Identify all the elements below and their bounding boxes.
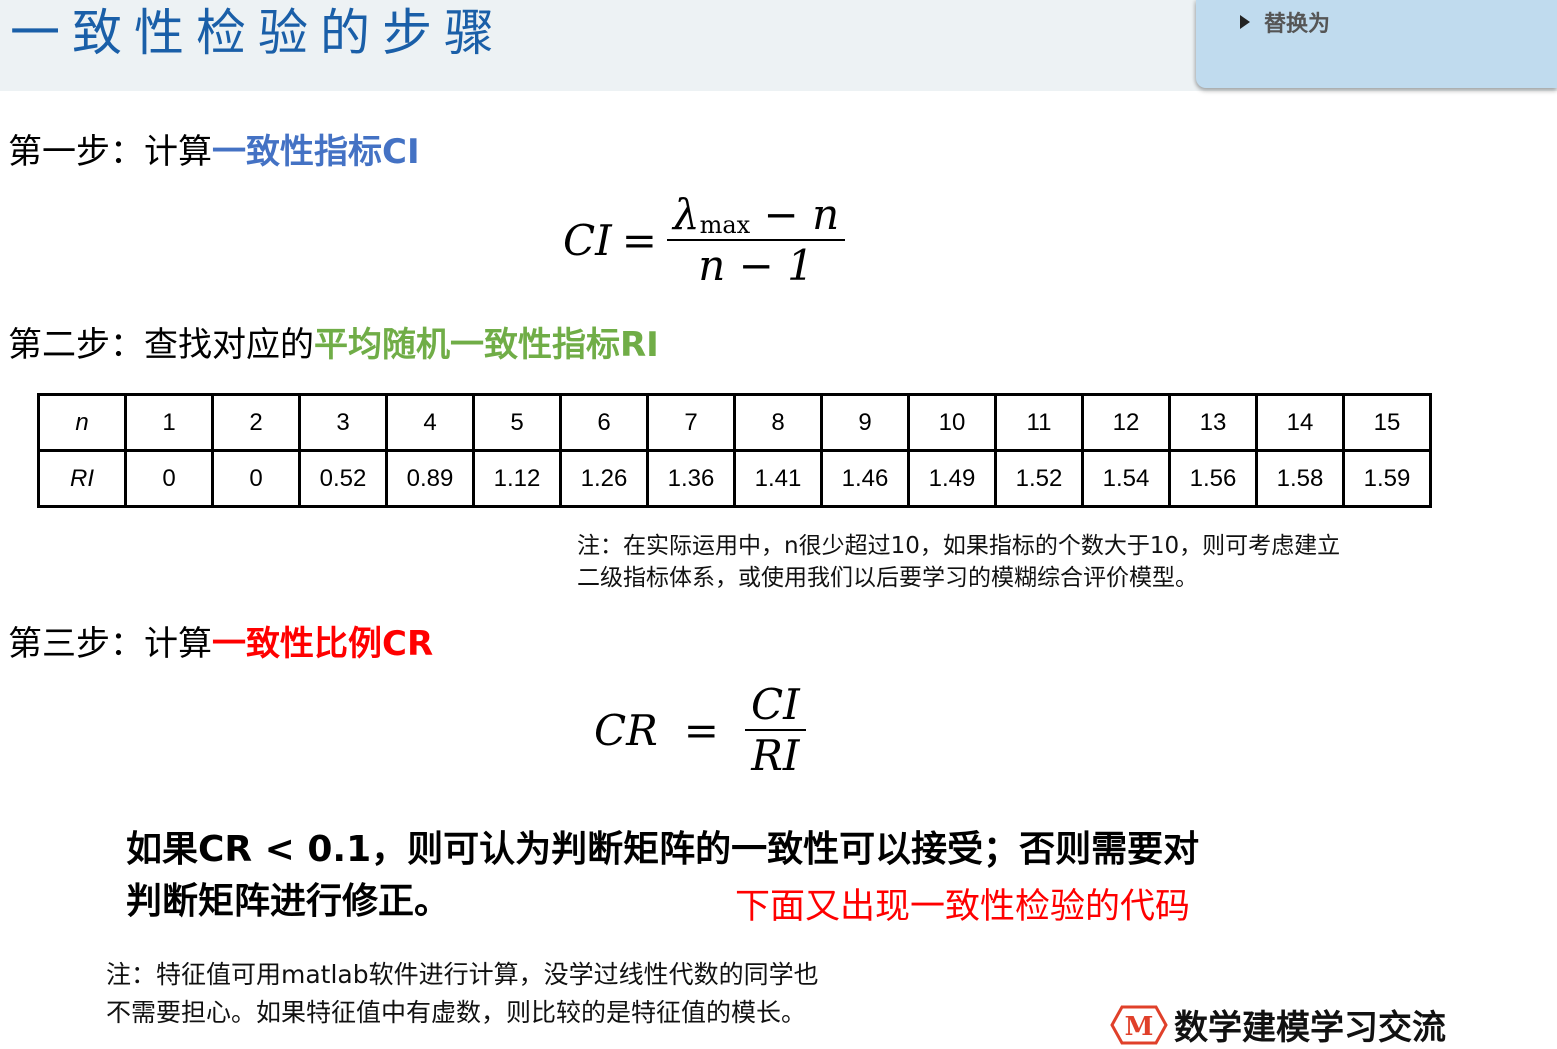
step2-prefix: 第二步：查找对应的 bbox=[8, 325, 314, 365]
page-title: 一致性检验的步骤 bbox=[10, 4, 506, 62]
ri-cell: 1.41 bbox=[733, 449, 823, 508]
table-row-n: n 1 2 3 4 5 6 7 8 9 10 11 12 13 14 15 bbox=[37, 393, 1432, 452]
n-cell: 9 bbox=[820, 393, 910, 452]
n-cell: 1 bbox=[124, 393, 214, 452]
replace-panel: 替换为 bbox=[1196, 0, 1557, 88]
replace-with-label: 替换为 bbox=[1264, 12, 1331, 37]
formula-cr-numerator: CI bbox=[750, 680, 800, 729]
numerator-rest: − n bbox=[750, 190, 840, 239]
n-cell: 3 bbox=[298, 393, 388, 452]
ri-cell: 1.59 bbox=[1342, 449, 1432, 508]
formula-cr-eq: = bbox=[683, 705, 719, 755]
note-eigenvalue: 注：特征值可用matlab软件进行计算，没学过线性代数的同学也 不需要担心。如果… bbox=[106, 956, 819, 1032]
n-cell: 13 bbox=[1168, 393, 1258, 452]
formula-ci-numerator: λmax − n bbox=[667, 190, 845, 239]
ri-cell: 0 bbox=[211, 449, 301, 508]
lambda-symbol: λ bbox=[672, 190, 700, 239]
table-row-ri: RI 0 0 0.52 0.89 1.12 1.26 1.36 1.41 1.4… bbox=[37, 449, 1432, 508]
ri-cell: 1.26 bbox=[559, 449, 649, 508]
step2-heading: 第二步：查找对应的平均随机一致性指标RI bbox=[8, 323, 659, 367]
formula-cr-lhs: CR bbox=[594, 705, 658, 755]
ri-cell: 1.12 bbox=[472, 449, 562, 508]
step3-heading: 第三步：计算一致性比例CR bbox=[8, 622, 433, 666]
formula-ci-denominator: n − 1 bbox=[698, 241, 814, 290]
ri-cell: 1.46 bbox=[820, 449, 910, 508]
ri-cell: 1.36 bbox=[646, 449, 736, 508]
formula-cr: CR = CI RI bbox=[594, 680, 806, 780]
ri-cell: 1.56 bbox=[1168, 449, 1258, 508]
ri-cell: 0 bbox=[124, 449, 214, 508]
ri-cell: 0.52 bbox=[298, 449, 388, 508]
step1-prefix: 第一步：计算 bbox=[8, 132, 212, 172]
triangle-right-icon bbox=[1240, 15, 1250, 29]
svg-text:M: M bbox=[1125, 1012, 1154, 1042]
conclusion-line1: 如果CR < 0.1，则可认为判断矩阵的一致性可以接受；否则需要对 bbox=[126, 829, 1200, 870]
watermark-logo-icon: M bbox=[1110, 1005, 1168, 1045]
n-cell: 8 bbox=[733, 393, 823, 452]
note-ri-line1: 注：在实际运用中，n很少超过10，如果指标的个数大于10，则可考虑建立 bbox=[577, 533, 1341, 559]
n-cell: 11 bbox=[994, 393, 1084, 452]
ri-cell: 0.89 bbox=[385, 449, 475, 508]
step2-highlight: 平均随机一致性指标RI bbox=[314, 325, 659, 365]
n-cell: 2 bbox=[211, 393, 301, 452]
note-eigenvalue-line2: 不需要担心。如果特征值中有虚数，则比较的是特征值的模长。 bbox=[106, 998, 807, 1027]
formula-ci-eq: = bbox=[621, 215, 657, 265]
note-ri-usage: 注：在实际运用中，n很少超过10，如果指标的个数大于10，则可考虑建立 二级指标… bbox=[577, 530, 1340, 594]
step3-highlight: 一致性比例CR bbox=[212, 624, 434, 664]
watermark-text: 数学建模学习交流 bbox=[1174, 1008, 1446, 1048]
formula-ci-lhs: CI bbox=[563, 215, 612, 265]
n-cell: 14 bbox=[1255, 393, 1345, 452]
formula-ci: CI = λmax − n n − 1 bbox=[563, 190, 846, 290]
ri-table: n 1 2 3 4 5 6 7 8 9 10 11 12 13 14 15 RI… bbox=[37, 393, 1432, 508]
ri-cell: 1.54 bbox=[1081, 449, 1171, 508]
note-ri-line2: 二级指标体系，或使用我们以后要学习的模糊综合评价模型。 bbox=[577, 565, 1198, 591]
n-cell: 12 bbox=[1081, 393, 1171, 452]
step3-prefix: 第三步：计算 bbox=[8, 624, 212, 664]
max-subscript: max bbox=[699, 211, 751, 239]
code-hint: 下面又出现一致性检验的代码 bbox=[735, 887, 1191, 927]
step1-highlight: 一致性指标CI bbox=[212, 132, 420, 172]
formula-cr-denominator: RI bbox=[751, 731, 800, 780]
row-header-n: n bbox=[37, 393, 127, 452]
ri-cell: 1.58 bbox=[1255, 449, 1345, 508]
n-cell: 4 bbox=[385, 393, 475, 452]
watermark: M 数学建模学习交流 bbox=[1110, 1000, 1446, 1049]
ri-cell: 1.52 bbox=[994, 449, 1084, 508]
formula-ci-fraction: λmax − n n − 1 bbox=[666, 190, 846, 290]
n-cell: 6 bbox=[559, 393, 649, 452]
row-header-ri: RI bbox=[37, 449, 127, 508]
n-cell: 10 bbox=[907, 393, 997, 452]
replace-with-item[interactable]: 替换为 bbox=[1240, 6, 1330, 38]
formula-cr-fraction: CI RI bbox=[744, 680, 806, 780]
n-cell: 7 bbox=[646, 393, 736, 452]
n-cell: 5 bbox=[472, 393, 562, 452]
note-eigenvalue-line1: 注：特征值可用matlab软件进行计算，没学过线性代数的同学也 bbox=[106, 960, 819, 989]
ri-cell: 1.49 bbox=[907, 449, 997, 508]
step1-heading: 第一步：计算一致性指标CI bbox=[8, 130, 420, 174]
n-cell: 15 bbox=[1342, 393, 1432, 452]
